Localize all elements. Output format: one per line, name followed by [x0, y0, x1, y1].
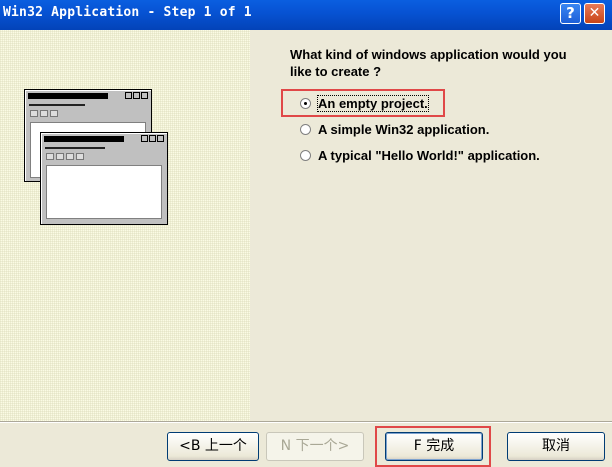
separator-highlight: [0, 422, 612, 423]
finish-button[interactable]: F 完成: [385, 432, 483, 461]
wizard-illustration: [0, 30, 250, 422]
radio-button[interactable]: [300, 150, 311, 161]
cancel-button[interactable]: 取消: [507, 432, 605, 461]
next-button[interactable]: N 下一个>: [266, 432, 364, 461]
window-illustration-front-icon: [40, 132, 168, 225]
back-button[interactable]: <B 上一个: [167, 432, 259, 461]
title-bar[interactable]: Win32 Application - Step 1 of 1 ? ✕: [0, 0, 612, 30]
window-title: Win32 Application - Step 1 of 1: [3, 5, 252, 20]
radio-button[interactable]: [300, 124, 311, 135]
radio-button[interactable]: [300, 98, 311, 109]
close-icon[interactable]: ✕: [584, 3, 605, 24]
option-label[interactable]: An empty project.: [317, 95, 429, 112]
help-icon[interactable]: ?: [560, 3, 581, 24]
radio-selected-dot: [304, 102, 307, 105]
question-text: What kind of windows application would y…: [290, 47, 567, 79]
option-label[interactable]: A typical "Hello World!" application.: [318, 148, 540, 163]
option-label[interactable]: A simple Win32 application.: [318, 122, 489, 137]
